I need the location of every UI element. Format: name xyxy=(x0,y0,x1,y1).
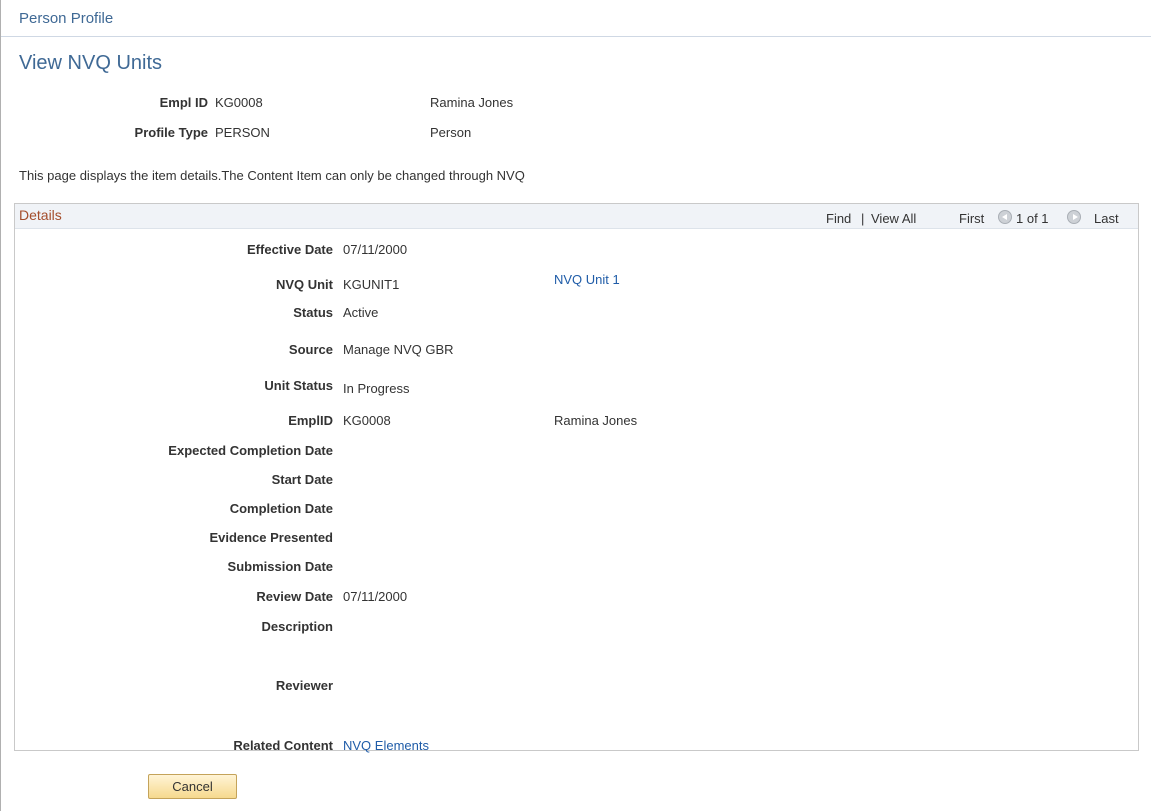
completion-date-label: Completion Date xyxy=(229,501,333,516)
employee-name: Ramina Jones xyxy=(430,95,514,110)
nvq-elements-link[interactable]: NVQ Elements xyxy=(343,738,429,753)
description-label: Description xyxy=(261,619,333,634)
effective-date-label: Effective Date xyxy=(247,242,333,257)
previous-row-icon[interactable] xyxy=(998,210,1012,224)
unit-status-label: Unit Status xyxy=(264,378,333,393)
nvq-unit-value: KGUNIT1 xyxy=(343,277,400,292)
empl-id-value: KG0008 xyxy=(215,95,263,110)
expected-completion-date-label: Expected Completion Date xyxy=(168,443,333,458)
profile-type-value: PERSON xyxy=(215,125,270,140)
unit-status-value: In Progress xyxy=(343,381,410,396)
source-value: Manage NVQ GBR xyxy=(343,342,454,357)
next-row-icon[interactable] xyxy=(1067,210,1081,224)
view-all-link[interactable]: View All xyxy=(871,211,916,226)
status-label: Status xyxy=(293,305,333,320)
left-border xyxy=(0,0,1,811)
breadcrumb-bar xyxy=(1,0,1151,37)
first-label: First xyxy=(959,211,985,226)
submission-date-label: Submission Date xyxy=(227,559,333,574)
reviewer-label: Reviewer xyxy=(275,678,333,693)
find-link[interactable]: Find xyxy=(826,211,851,226)
profile-type-description: Person xyxy=(430,125,472,140)
breadcrumb: Person Profile xyxy=(19,10,114,27)
start-date-label: Start Date xyxy=(271,472,333,487)
emplid-value: KG0008 xyxy=(343,413,391,428)
status-value: Active xyxy=(343,305,379,320)
nvq-unit-label: NVQ Unit xyxy=(275,277,333,292)
last-label: Last xyxy=(1094,211,1119,226)
page-title: View NVQ Units xyxy=(19,52,163,74)
emplid-name: Ramina Jones xyxy=(554,413,638,428)
related-content-label: Related Content xyxy=(233,738,333,753)
empl-id-label: Empl ID xyxy=(159,95,208,110)
cancel-button[interactable]: Cancel xyxy=(148,774,237,799)
evidence-presented-label: Evidence Presented xyxy=(209,530,333,545)
details-title: Details xyxy=(19,207,62,223)
review-date-value: 07/11/2000 xyxy=(343,589,408,604)
row-count: 1 of 1 xyxy=(1016,211,1049,226)
effective-date-value: 07/11/2000 xyxy=(343,242,408,257)
source-label: Source xyxy=(288,342,333,357)
nav-separator: | xyxy=(861,211,865,226)
emplid-label: EmplID xyxy=(288,413,333,428)
instruction-text: This page displays the item details.The … xyxy=(19,168,525,183)
profile-type-label: Profile Type xyxy=(134,125,208,140)
nvq-unit-link[interactable]: NVQ Unit 1 xyxy=(554,272,620,287)
review-date-label: Review Date xyxy=(256,589,333,604)
